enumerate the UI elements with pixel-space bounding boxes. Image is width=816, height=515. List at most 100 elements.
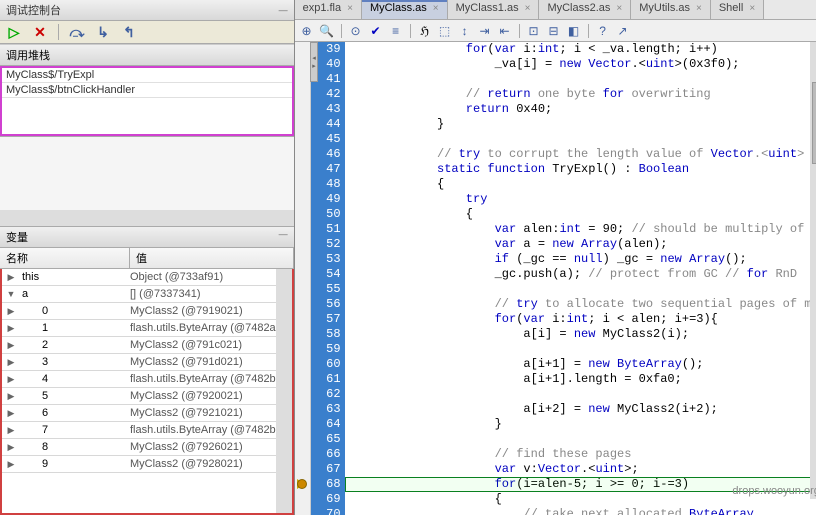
separator [410, 24, 411, 38]
expand-icon[interactable]: ▶ [2, 459, 20, 470]
close-icon[interactable]: × [347, 3, 353, 14]
expand-icon[interactable]: ▶ [2, 323, 20, 334]
export-icon[interactable]: ↗ [615, 23, 631, 39]
snippet-icon[interactable]: ⬚ [437, 23, 453, 39]
collapse-icon[interactable]: ↕ [457, 23, 473, 39]
inward-icon[interactable]: ⇥ [477, 23, 493, 39]
right-panel: exp1.fla×MyClass.as×MyClass1.as×MyClass2… [295, 0, 816, 515]
var-name: 8 [20, 441, 126, 453]
var-name: 9 [20, 458, 126, 470]
editor-toolbar: ⊕ 🔍 ⊙ ✔ ≡ ℌ ⬚ ↕ ⇥ ⇤ ⊡ ⊟ ◧ ? ↗ [295, 20, 816, 42]
empty-panel [0, 136, 294, 226]
debug-console-title: 调试控制台 [6, 2, 61, 18]
close-icon[interactable]: × [749, 3, 755, 14]
var-value: MyClass2 (@7926021) [126, 441, 292, 453]
step-in-icon[interactable]: ↳ [95, 24, 111, 40]
scrollbar-vertical[interactable] [276, 269, 292, 513]
variable-row[interactable]: ▶9MyClass2 (@7928021) [2, 456, 292, 473]
variable-row[interactable]: ▶0MyClass2 (@7919021) [2, 303, 292, 320]
editor-tab[interactable]: MyUtils.as× [631, 0, 711, 19]
var-name: 7 [20, 424, 126, 436]
expand-icon[interactable]: ▶ [2, 391, 20, 402]
variables-columns: 名称 值 [0, 248, 294, 269]
var-value: flash.utils.ByteArray (@7482b31) [126, 373, 292, 385]
expand-icon[interactable]: ▶ [2, 272, 20, 283]
column-name[interactable]: 名称 [0, 248, 130, 268]
variable-row[interactable]: ▶8MyClass2 (@7926021) [2, 439, 292, 456]
step-out-icon[interactable]: ↰ [121, 24, 137, 40]
var-value: flash.utils.ByteArray (@7482ad9) [126, 322, 292, 334]
expand-icon[interactable]: ▼ [2, 289, 20, 299]
var-value: MyClass2 (@7928021) [126, 458, 292, 470]
callstack-title: 调用堆栈 [6, 50, 50, 62]
minimize-icon[interactable]: — [279, 5, 288, 15]
check-icon[interactable]: ✔ [368, 23, 384, 39]
editor-tab[interactable]: Shell× [711, 0, 764, 19]
editor-tab[interactable]: MyClass.as× [362, 0, 448, 19]
editor-tab[interactable]: MyClass2.as× [539, 0, 631, 19]
callstack-row[interactable]: MyClass$/btnClickHandler [2, 83, 292, 98]
stop-icon[interactable]: ✕ [32, 24, 48, 40]
variable-row[interactable]: ▼a[] (@7337341) [2, 286, 292, 303]
help-icon[interactable]: ? [595, 23, 611, 39]
hint-icon[interactable]: ℌ [417, 23, 433, 39]
breakpoint-gutter[interactable] [295, 42, 311, 515]
callstack-header: 调用堆栈 [0, 44, 294, 66]
code-area: 3940414243444546474849505152535455565758… [295, 42, 816, 515]
debug-toolbar: ▷ ✕ ⤼ ↳ ↰ [0, 21, 294, 44]
bookmark-icon[interactable]: ◧ [566, 23, 582, 39]
expand-icon[interactable]: ▶ [2, 425, 20, 436]
var-value: flash.utils.ByteArray (@7482b89) [126, 424, 292, 436]
find-icon[interactable]: 🔍 [319, 23, 335, 39]
editor-tab[interactable]: MyClass1.as× [448, 0, 540, 19]
variable-row[interactable]: ▶7flash.utils.ByteArray (@7482b89) [2, 422, 292, 439]
variable-row[interactable]: ▶2MyClass2 (@791c021) [2, 337, 292, 354]
var-name: 2 [20, 339, 126, 351]
watermark-text: drops.wooyun.org [732, 485, 816, 497]
close-icon[interactable]: × [433, 3, 439, 14]
uncomment-icon[interactable]: ⊟ [546, 23, 562, 39]
editor-tab[interactable]: exp1.fla× [295, 0, 362, 19]
separator [588, 24, 589, 38]
scrollbar-vertical[interactable] [810, 42, 816, 499]
column-value[interactable]: 值 [130, 248, 294, 268]
step-over-icon[interactable]: ⤼ [69, 24, 85, 40]
variable-row[interactable]: ▶5MyClass2 (@7920021) [2, 388, 292, 405]
variables-body: ▶thisObject (@733af91)▼a[] (@7337341)▶0M… [0, 269, 294, 515]
code-editor[interactable]: for(var i:int; i < _va.length; i++) _va[… [345, 42, 816, 515]
format-icon[interactable]: ≡ [388, 23, 404, 39]
variable-row[interactable]: ▶3MyClass2 (@791d021) [2, 354, 292, 371]
var-name: 3 [20, 356, 126, 368]
debug-console-header: 调试控制台 — [0, 0, 294, 21]
var-name: this [20, 271, 126, 283]
continue-icon[interactable]: ▷ [6, 24, 22, 40]
close-icon[interactable]: × [525, 3, 531, 14]
var-value: MyClass2 (@791d021) [126, 356, 292, 368]
variable-row[interactable]: ▶1flash.utils.ByteArray (@7482ad9) [2, 320, 292, 337]
variables-title: 变量 [6, 229, 28, 245]
callstack-row[interactable]: MyClass$/TryExpl [2, 68, 292, 83]
splitter-handle[interactable]: ◂▸ [310, 42, 318, 82]
expand-icon[interactable]: ▶ [2, 408, 20, 419]
expand-icon[interactable]: ▶ [2, 306, 20, 317]
var-name: 0 [20, 305, 126, 317]
expand-icon[interactable]: ▶ [2, 442, 20, 453]
variable-row[interactable]: ▶thisObject (@733af91) [2, 269, 292, 286]
expand-icon[interactable]: ▶ [2, 340, 20, 351]
comment-icon[interactable]: ⊡ [526, 23, 542, 39]
variable-row[interactable]: ▶4flash.utils.ByteArray (@7482b31) [2, 371, 292, 388]
expand-icon[interactable]: ▶ [2, 357, 20, 368]
var-value: MyClass2 (@7920021) [126, 390, 292, 402]
variable-row[interactable]: ▶6MyClass2 (@7921021) [2, 405, 292, 422]
add-icon[interactable]: ⊕ [299, 23, 315, 39]
target-icon[interactable]: ⊙ [348, 23, 364, 39]
outward-icon[interactable]: ⇤ [497, 23, 513, 39]
close-icon[interactable]: × [696, 3, 702, 14]
close-icon[interactable]: × [616, 3, 622, 14]
var-name: 4 [20, 373, 126, 385]
expand-icon[interactable]: ▶ [2, 374, 20, 385]
var-name: 5 [20, 390, 126, 402]
separator [519, 24, 520, 38]
editor-tabs: exp1.fla×MyClass.as×MyClass1.as×MyClass2… [295, 0, 816, 20]
minimize-icon[interactable]: — [279, 229, 288, 245]
